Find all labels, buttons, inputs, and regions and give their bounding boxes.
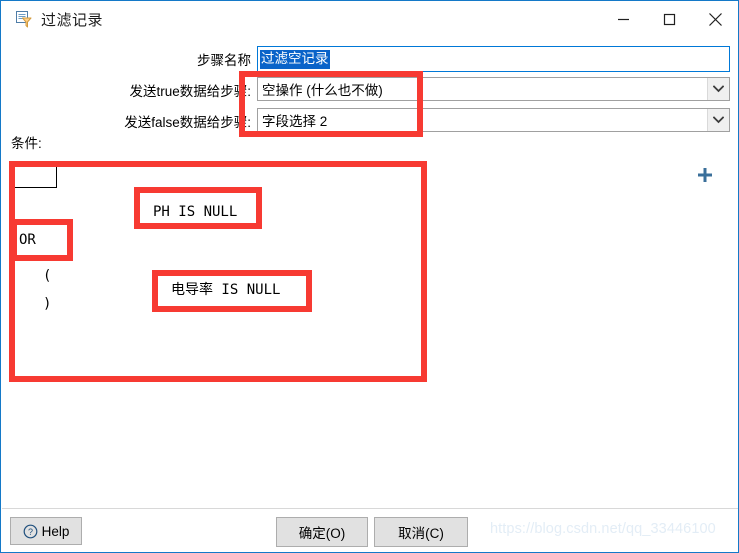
chevron-down-icon[interactable] bbox=[707, 78, 729, 100]
false-target-label-row: 发送false数据给步骤: bbox=[61, 109, 251, 133]
minimize-icon[interactable] bbox=[600, 1, 646, 37]
filter-records-icon bbox=[15, 10, 33, 28]
condition-paren-open[interactable]: ( bbox=[43, 268, 51, 284]
false-target-label: 发送false数据给步骤: bbox=[124, 115, 251, 130]
svg-text:?: ? bbox=[28, 527, 33, 537]
conditions-label: 条件: bbox=[11, 136, 42, 151]
help-button-label: Help bbox=[41, 523, 70, 539]
plus-icon bbox=[698, 168, 712, 182]
chevron-down-icon[interactable] bbox=[707, 109, 729, 131]
ok-button[interactable]: 确定(O) bbox=[276, 517, 368, 547]
help-button[interactable]: ? Help bbox=[10, 517, 82, 545]
window-controls bbox=[600, 1, 738, 37]
step-name-input[interactable]: 过滤空记录 bbox=[257, 46, 730, 72]
false-target-combobox[interactable]: 字段选择 2 bbox=[257, 108, 730, 132]
condition-operator[interactable]: OR bbox=[19, 232, 36, 248]
help-circle-icon: ? bbox=[23, 524, 38, 539]
cancel-button[interactable]: 取消(C) bbox=[374, 517, 468, 547]
window-title: 过滤记录 bbox=[41, 11, 104, 29]
true-target-label-row: 发送true数据给步骤: bbox=[61, 78, 251, 102]
step-name-label-row: 步骤名称 bbox=[101, 47, 251, 71]
true-target-value: 空操作 (什么也不做) bbox=[262, 83, 383, 98]
condition-empty-slot[interactable] bbox=[12, 163, 57, 188]
ok-button-label: 确定(O) bbox=[298, 526, 346, 541]
watermark: https://blog.csdn.net/qq_33446100 bbox=[490, 521, 716, 537]
close-icon[interactable] bbox=[692, 1, 738, 37]
step-name-value: 过滤空记录 bbox=[260, 49, 330, 69]
condition-token[interactable]: PH IS NULL bbox=[153, 204, 237, 220]
step-name-label: 步骤名称 bbox=[197, 53, 251, 68]
filter-records-dialog: 过滤记录 步骤名称 过滤空记录 发送true数据给步骤: 空操作 (什么也不做)… bbox=[0, 0, 739, 553]
condition-token[interactable]: 电导率 IS NULL bbox=[171, 282, 280, 298]
cancel-button-label: 取消(C) bbox=[398, 526, 444, 541]
conditions-panel[interactable] bbox=[9, 160, 687, 382]
condition-paren-close[interactable]: ) bbox=[43, 296, 51, 312]
title-bar: 过滤记录 bbox=[1, 1, 738, 37]
add-condition-button[interactable] bbox=[690, 160, 720, 190]
false-target-value: 字段选择 2 bbox=[262, 114, 328, 129]
true-target-label: 发送true数据给步骤: bbox=[129, 84, 251, 99]
maximize-icon[interactable] bbox=[646, 1, 692, 37]
true-target-combobox[interactable]: 空操作 (什么也不做) bbox=[257, 77, 730, 101]
